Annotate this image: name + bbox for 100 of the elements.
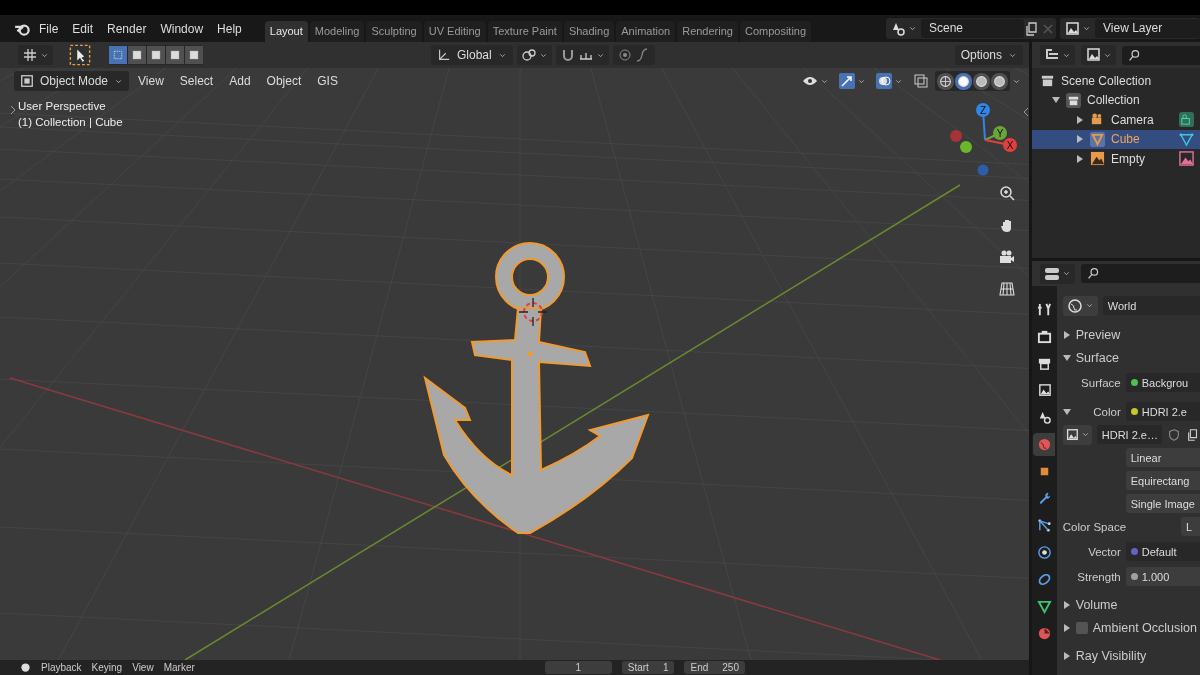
workspace-tab[interactable]: Modeling bbox=[309, 21, 365, 42]
grid-icon[interactable] bbox=[999, 281, 1015, 297]
panel-header[interactable]: Volume bbox=[1075, 597, 1118, 612]
disclosure-triangle-icon[interactable] bbox=[1076, 154, 1084, 163]
workspace-tab[interactable]: Rendering bbox=[677, 21, 738, 42]
image-icon[interactable] bbox=[1064, 20, 1080, 37]
shading-mode-button[interactable] bbox=[973, 72, 990, 90]
selection-mode-button[interactable] bbox=[128, 46, 146, 64]
tree-row[interactable]: Empty bbox=[1032, 149, 1200, 169]
filter-icon[interactable] bbox=[1085, 47, 1101, 63]
menu-item[interactable]: Add bbox=[222, 71, 258, 91]
workspace-tab[interactable]: Layout bbox=[264, 21, 308, 42]
selection-mode-button[interactable] bbox=[147, 46, 165, 64]
menu-item[interactable]: GIS bbox=[310, 71, 345, 91]
menu-item[interactable]: Marker bbox=[163, 662, 195, 673]
select-tool-icon[interactable] bbox=[69, 44, 91, 66]
end-frame-field[interactable]: End 250 bbox=[684, 661, 745, 674]
start-frame-field[interactable]: Start 1 bbox=[621, 661, 675, 674]
frame-field[interactable]: 1 bbox=[544, 661, 612, 674]
panel-header[interactable]: Ray Visibility bbox=[1075, 648, 1147, 663]
menu-item[interactable]: View bbox=[132, 662, 154, 673]
socket-field[interactable]: HDRI 2.e bbox=[1125, 402, 1200, 421]
disclosure-triangle-icon[interactable] bbox=[1062, 651, 1071, 660]
socket-field[interactable]: Default bbox=[1125, 542, 1200, 561]
menu-item[interactable]: Help bbox=[210, 21, 249, 36]
menu-item[interactable]: Select bbox=[172, 71, 221, 91]
gizmo-toggle-icon[interactable] bbox=[839, 73, 855, 89]
shading-mode-button[interactable] bbox=[937, 72, 954, 90]
tree-item[interactable]: Empty bbox=[1111, 151, 1173, 166]
tree-item[interactable]: Scene Collection bbox=[1061, 73, 1152, 88]
workspace-tab[interactable]: Shading bbox=[563, 21, 615, 42]
dropdown[interactable]: Equirectang bbox=[1125, 471, 1200, 490]
search-icon bbox=[1087, 267, 1100, 280]
workspace-tab[interactable]: Sculpting bbox=[366, 21, 422, 42]
tree-item[interactable]: Cube bbox=[1111, 132, 1173, 147]
menu-item[interactable]: Render bbox=[100, 21, 154, 36]
properties-editor-icon[interactable] bbox=[1044, 265, 1060, 282]
disclosure-triangle-icon[interactable] bbox=[1062, 407, 1071, 416]
copy-icon[interactable] bbox=[1024, 20, 1040, 37]
selection-mode-button[interactable] bbox=[185, 46, 203, 64]
disclosure-triangle-icon[interactable] bbox=[1052, 96, 1060, 105]
number-field[interactable]: 1.000 bbox=[1125, 567, 1200, 586]
workspace-tab[interactable]: Compositing bbox=[739, 21, 812, 42]
workspace-tab[interactable]: Animation bbox=[616, 21, 676, 42]
mode-dropdown[interactable]: Object Mode bbox=[14, 71, 130, 91]
checkbox[interactable] bbox=[1075, 621, 1088, 634]
shading-mode-button[interactable] bbox=[955, 72, 972, 90]
scene-field[interactable]: Scene bbox=[921, 19, 1024, 38]
overlay-toggle-icon[interactable] bbox=[876, 73, 892, 89]
chevron-left-icon[interactable] bbox=[1023, 107, 1029, 117]
camera-icon[interactable] bbox=[999, 249, 1015, 265]
tree-item[interactable]: Camera bbox=[1111, 112, 1173, 127]
sphere-icon bbox=[993, 74, 1006, 88]
menu-item[interactable]: Keying bbox=[91, 662, 123, 673]
dropdown[interactable]: Single Image bbox=[1125, 494, 1200, 513]
search-field[interactable] bbox=[1122, 45, 1200, 65]
menu-item[interactable]: Object bbox=[259, 71, 309, 91]
view-layer-field[interactable]: View Layer bbox=[1095, 19, 1200, 38]
options-dropdown[interactable]: Options bbox=[954, 45, 1023, 65]
tree-row[interactable]: Cube bbox=[1032, 129, 1200, 149]
clock-icon[interactable] bbox=[20, 662, 31, 673]
xray-icon[interactable] bbox=[913, 73, 929, 89]
disclosure-triangle-icon[interactable] bbox=[1062, 623, 1071, 632]
workspace-tab[interactable]: Texture Paint bbox=[487, 21, 562, 42]
panel-header[interactable]: Surface bbox=[1075, 350, 1119, 365]
proportional-edit-icon[interactable] bbox=[616, 47, 633, 63]
globe-icon[interactable] bbox=[1066, 297, 1083, 314]
disclosure-triangle-icon[interactable] bbox=[1062, 330, 1071, 339]
sphere-icon bbox=[939, 74, 952, 88]
collection-icon bbox=[1040, 73, 1055, 89]
chevron-right-icon[interactable] bbox=[10, 105, 16, 115]
tree-item[interactable]: Collection bbox=[1087, 93, 1140, 108]
search-field[interactable] bbox=[1081, 264, 1200, 283]
menu-item[interactable]: View bbox=[131, 71, 171, 91]
menu-item[interactable]: Window bbox=[153, 21, 211, 36]
panel-header[interactable]: Ambient Occlusion bbox=[1092, 620, 1197, 635]
panel-header[interactable]: Preview bbox=[1075, 327, 1121, 342]
copy-icon[interactable] bbox=[1186, 427, 1200, 442]
socket-field[interactable]: Backgrou bbox=[1125, 373, 1200, 392]
disclosure-triangle-icon[interactable] bbox=[1062, 600, 1071, 609]
dropdown[interactable]: L bbox=[1181, 517, 1200, 536]
tree-row[interactable]: Camera bbox=[1032, 110, 1200, 130]
shield-icon[interactable] bbox=[1167, 427, 1181, 442]
disclosure-triangle-icon[interactable] bbox=[1076, 135, 1084, 144]
workspace-tab[interactable]: UV Editing bbox=[423, 21, 486, 42]
sphere-icon bbox=[975, 74, 988, 88]
image-field[interactable]: HDRI 2.e… bbox=[1096, 425, 1162, 444]
dropdown[interactable]: Linear bbox=[1125, 448, 1200, 467]
editor-type-icon[interactable] bbox=[22, 47, 38, 63]
selection-mode-button[interactable] bbox=[166, 46, 184, 64]
menu-item[interactable]: File bbox=[32, 21, 66, 36]
disclosure-triangle-icon[interactable] bbox=[1076, 115, 1084, 124]
shading-mode-button[interactable] bbox=[991, 72, 1008, 90]
menu-item[interactable]: Edit bbox=[65, 21, 101, 36]
world-field[interactable]: World bbox=[1102, 296, 1200, 315]
navigation-gizmo[interactable]: Z Y X bbox=[950, 103, 1017, 176]
orientation-dropdown[interactable]: Global bbox=[431, 45, 513, 65]
pivot-icon[interactable] bbox=[520, 47, 537, 63]
menu-item[interactable]: Playback bbox=[41, 662, 82, 673]
disclosure-triangle-icon[interactable] bbox=[1062, 353, 1071, 362]
